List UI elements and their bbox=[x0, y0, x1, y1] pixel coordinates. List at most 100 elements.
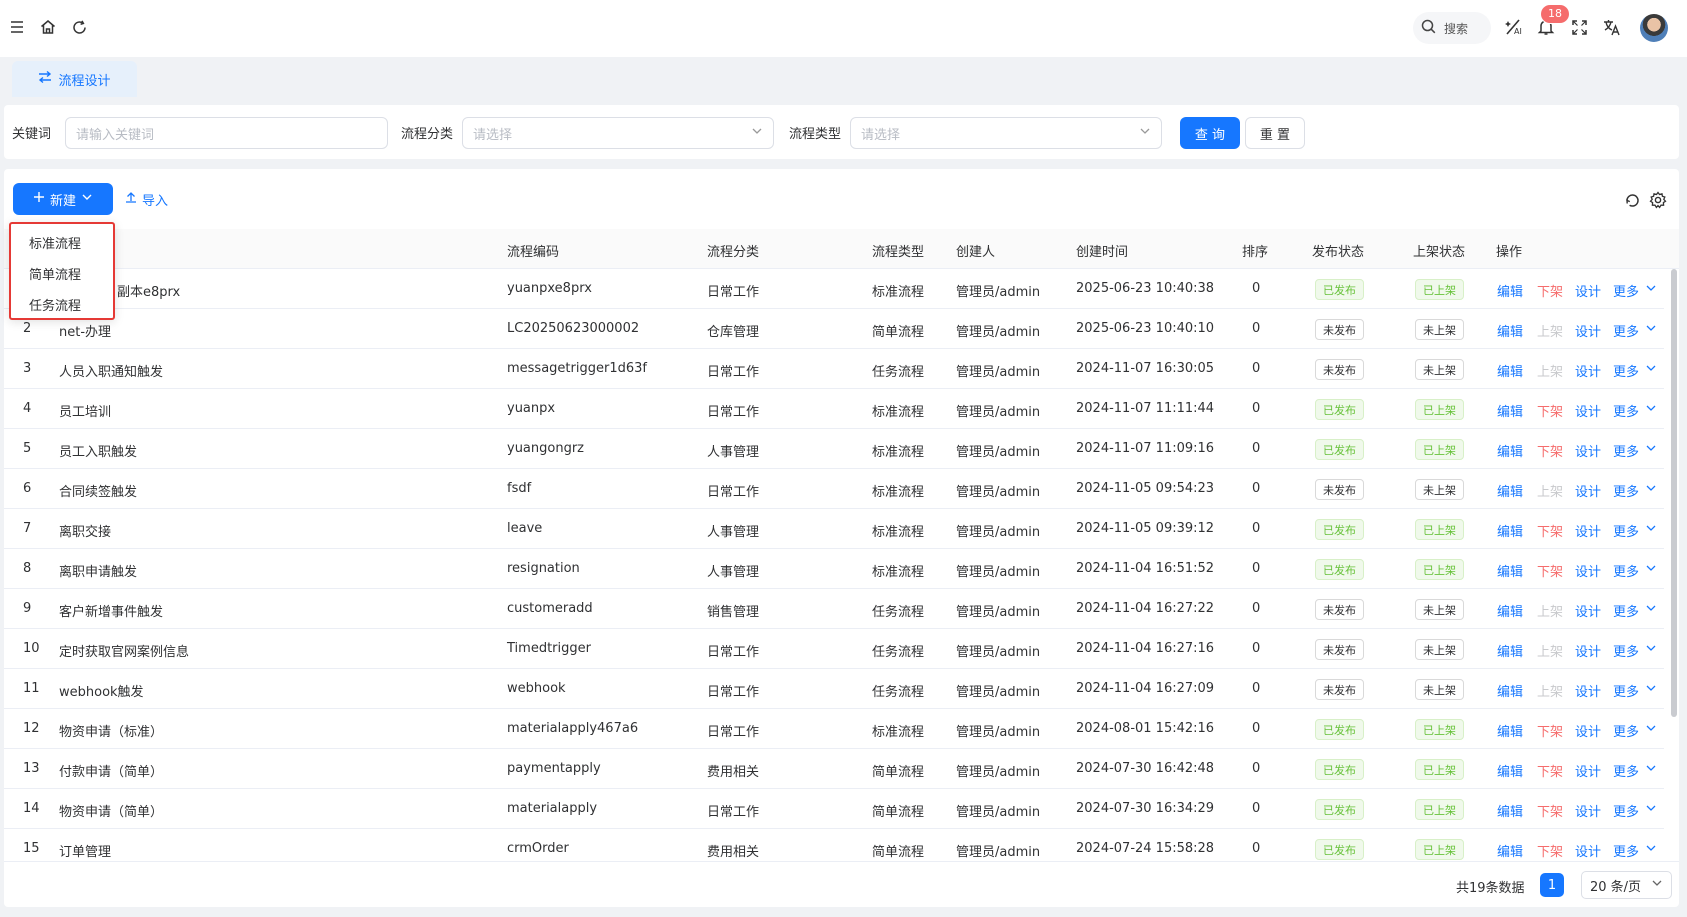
design-link[interactable]: 设计 bbox=[1575, 401, 1601, 420]
more-link[interactable]: 更多 bbox=[1613, 521, 1639, 540]
design-link[interactable]: 设计 bbox=[1575, 721, 1601, 740]
table-row[interactable]: 6 合同续签触发 fsdf 日常工作 标准流程 管理员/admin 2024-11-05 0… bbox=[4, 469, 1664, 509]
edit-link[interactable]: 编辑 bbox=[1497, 841, 1523, 860]
offline-link[interactable]: 下架 bbox=[1537, 561, 1563, 580]
table-row[interactable]: 10 定时获取官网案例信息 Timedtrigger 日常工作 任务流程 管理员/admi… bbox=[4, 629, 1664, 669]
design-link[interactable]: 设计 bbox=[1575, 761, 1601, 780]
more-link[interactable]: 更多 bbox=[1613, 841, 1639, 860]
chevron-down-icon[interactable] bbox=[1645, 482, 1657, 498]
offline-link[interactable]: 下架 bbox=[1537, 721, 1563, 740]
chevron-down-icon[interactable] bbox=[1645, 682, 1657, 698]
header-creator[interactable]: 创建人 bbox=[956, 241, 995, 260]
chevron-down-icon[interactable] bbox=[1645, 282, 1657, 298]
avatar[interactable] bbox=[1640, 14, 1668, 42]
edit-link[interactable]: 编辑 bbox=[1497, 401, 1523, 420]
design-link[interactable]: 设计 bbox=[1575, 521, 1601, 540]
edit-link[interactable]: 编辑 bbox=[1497, 521, 1523, 540]
offline-link[interactable]: 下架 bbox=[1537, 441, 1563, 460]
more-link[interactable]: 更多 bbox=[1613, 281, 1639, 300]
header-type[interactable]: 流程类型 bbox=[872, 241, 924, 260]
more-link[interactable]: 更多 bbox=[1613, 801, 1639, 820]
fullscreen-icon[interactable] bbox=[1568, 16, 1590, 38]
chevron-down-icon[interactable] bbox=[1645, 562, 1657, 578]
table-row[interactable]: 15 订单管理 crmOrder 费用相关 简单流程 管理员/admin 2024-07-2… bbox=[4, 829, 1664, 861]
new-button[interactable]: 新建 bbox=[13, 183, 113, 215]
offline-link[interactable]: 下架 bbox=[1537, 521, 1563, 540]
edit-link[interactable]: 编辑 bbox=[1497, 441, 1523, 460]
tab-flow-design[interactable]: 流程设计 bbox=[12, 61, 137, 97]
chevron-down-icon[interactable] bbox=[1645, 322, 1657, 338]
offline-link[interactable]: 下架 bbox=[1537, 801, 1563, 820]
design-link[interactable]: 设计 bbox=[1575, 361, 1601, 380]
table-row[interactable]: 14 物资申请（简单） materialapply 日常工作 简单流程 管理员/admin… bbox=[4, 789, 1664, 829]
chevron-down-icon[interactable] bbox=[1645, 362, 1657, 378]
home-icon[interactable] bbox=[37, 16, 59, 38]
page-size-select[interactable]: 20 条/页 bbox=[1581, 871, 1672, 899]
more-link[interactable]: 更多 bbox=[1613, 361, 1639, 380]
header-category[interactable]: 流程分类 bbox=[707, 241, 759, 260]
offline-link[interactable]: 下架 bbox=[1537, 841, 1563, 860]
more-link[interactable]: 更多 bbox=[1613, 561, 1639, 580]
chevron-down-icon[interactable] bbox=[1645, 522, 1657, 538]
chevron-down-icon[interactable] bbox=[1645, 802, 1657, 818]
more-link[interactable]: 更多 bbox=[1613, 721, 1639, 740]
reset-button[interactable]: 重 置 bbox=[1245, 117, 1305, 149]
refresh-table-icon[interactable] bbox=[1622, 190, 1642, 210]
edit-link[interactable]: 编辑 bbox=[1497, 681, 1523, 700]
edit-link[interactable]: 编辑 bbox=[1497, 801, 1523, 820]
more-link[interactable]: 更多 bbox=[1613, 761, 1639, 780]
more-link[interactable]: 更多 bbox=[1613, 401, 1639, 420]
menu-icon[interactable] bbox=[6, 16, 28, 38]
chevron-down-icon[interactable] bbox=[1645, 602, 1657, 618]
more-link[interactable]: 更多 bbox=[1613, 641, 1639, 660]
offline-link[interactable]: 下架 bbox=[1537, 401, 1563, 420]
more-link[interactable]: 更多 bbox=[1613, 601, 1639, 620]
menu-item-task-flow[interactable]: 任务流程 bbox=[29, 295, 81, 314]
query-button[interactable]: 查 询 bbox=[1180, 117, 1240, 149]
edit-link[interactable]: 编辑 bbox=[1497, 601, 1523, 620]
refresh-icon[interactable] bbox=[68, 16, 90, 38]
chevron-down-icon[interactable] bbox=[1645, 402, 1657, 418]
more-link[interactable]: 更多 bbox=[1613, 441, 1639, 460]
global-search[interactable]: 搜索 bbox=[1413, 12, 1491, 44]
more-link[interactable]: 更多 bbox=[1613, 681, 1639, 700]
category-select[interactable]: 请选择 bbox=[462, 117, 774, 149]
import-button[interactable]: 导入 bbox=[125, 183, 168, 215]
header-code[interactable]: 流程编码 bbox=[507, 241, 559, 260]
chevron-down-icon[interactable] bbox=[1645, 722, 1657, 738]
settings-icon[interactable] bbox=[1648, 190, 1668, 210]
table-row[interactable]: 12 物资申请（标准） materialapply467a6 日常工作 标准流程 管理员/… bbox=[4, 709, 1664, 749]
edit-link[interactable]: 编辑 bbox=[1497, 561, 1523, 580]
type-select[interactable]: 请选择 bbox=[850, 117, 1162, 149]
chevron-down-icon[interactable] bbox=[1645, 842, 1657, 858]
design-link[interactable]: 设计 bbox=[1575, 641, 1601, 660]
design-link[interactable]: 设计 bbox=[1575, 441, 1601, 460]
design-link[interactable]: 设计 bbox=[1575, 601, 1601, 620]
header-order[interactable]: 排序 bbox=[1242, 241, 1268, 260]
table-row[interactable]: 4 员工培训 yuanpx 日常工作 标准流程 管理员/admin 2024-11-07 1… bbox=[4, 389, 1664, 429]
edit-link[interactable]: 编辑 bbox=[1497, 321, 1523, 340]
design-link[interactable]: 设计 bbox=[1575, 841, 1601, 860]
ai-icon[interactable]: AI bbox=[1503, 16, 1525, 38]
table-row[interactable]: 1副本e8prxyuanpxe8prx日常工作标准流程管理员/admin2025… bbox=[4, 269, 1664, 309]
edit-link[interactable]: 编辑 bbox=[1497, 641, 1523, 660]
table-row[interactable]: 7 离职交接 leave 人事管理 标准流程 管理员/admin 2024-11-05 09… bbox=[4, 509, 1664, 549]
keyword-input[interactable]: 请输入关键词 bbox=[65, 117, 388, 149]
header-created[interactable]: 创建时间 bbox=[1076, 241, 1128, 260]
table-row[interactable]: 5 员工入职触发 yuangongrz 人事管理 标准流程 管理员/admin 2024-1… bbox=[4, 429, 1664, 469]
edit-link[interactable]: 编辑 bbox=[1497, 721, 1523, 740]
design-link[interactable]: 设计 bbox=[1575, 281, 1601, 300]
design-link[interactable]: 设计 bbox=[1575, 481, 1601, 500]
table-row[interactable]: 11 webhook触发 webhook 日常工作 任务流程 管理员/admin 2024-… bbox=[4, 669, 1664, 709]
chevron-down-icon[interactable] bbox=[1645, 442, 1657, 458]
chevron-down-icon[interactable] bbox=[1645, 762, 1657, 778]
more-link[interactable]: 更多 bbox=[1613, 321, 1639, 340]
edit-link[interactable]: 编辑 bbox=[1497, 281, 1523, 300]
more-link[interactable]: 更多 bbox=[1613, 481, 1639, 500]
table-row[interactable]: 9 客户新增事件触发 customeradd 销售管理 任务流程 管理员/admin 202… bbox=[4, 589, 1664, 629]
design-link[interactable]: 设计 bbox=[1575, 321, 1601, 340]
edit-link[interactable]: 编辑 bbox=[1497, 481, 1523, 500]
table-row[interactable]: 13 付款申请（简单） paymentapply 费用相关 简单流程 管理员/admin 2… bbox=[4, 749, 1664, 789]
menu-item-simple-flow[interactable]: 简单流程 bbox=[29, 264, 81, 283]
translate-icon[interactable] bbox=[1601, 16, 1623, 38]
